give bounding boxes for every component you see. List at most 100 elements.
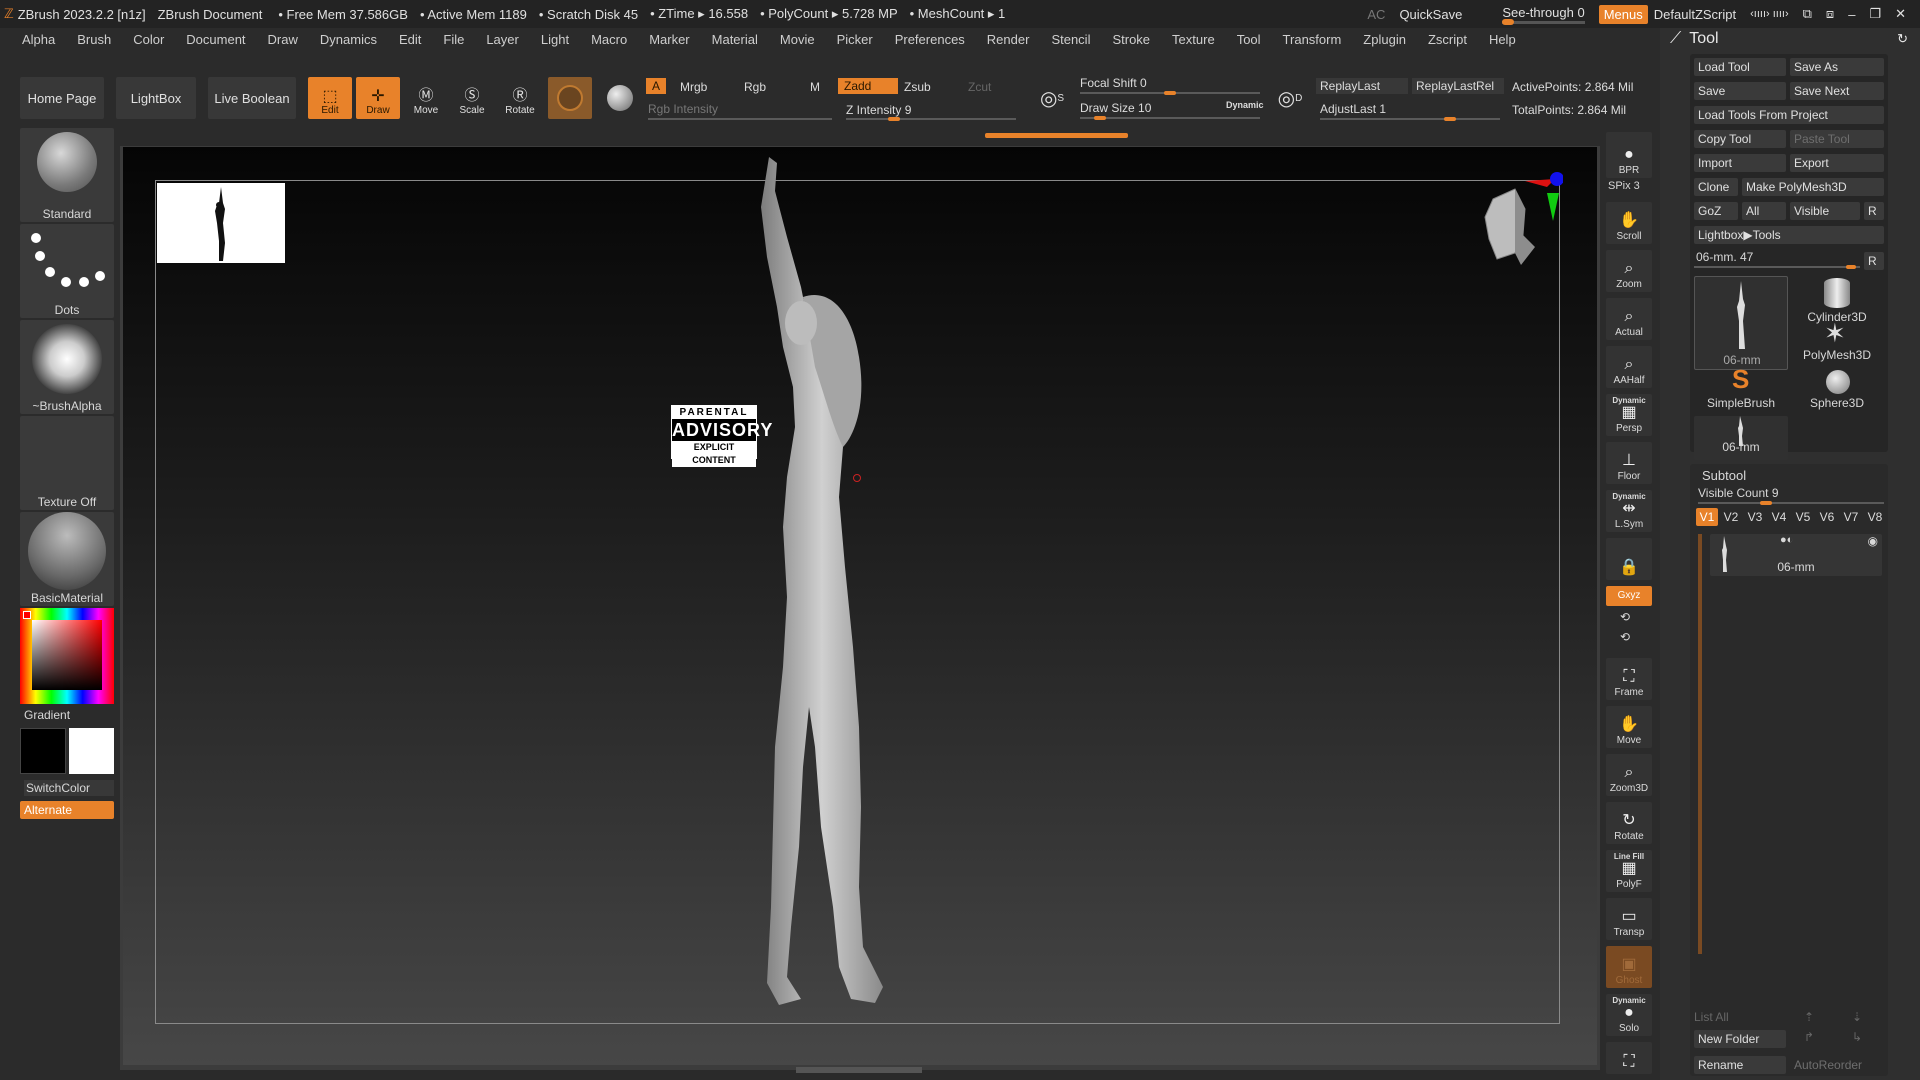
close-icon[interactable]: ✕ (1895, 6, 1906, 22)
auto-reorder-button[interactable]: AutoReorder (1790, 1056, 1884, 1074)
visible-count-knob[interactable] (1760, 501, 1772, 505)
menu-material[interactable]: Material (712, 32, 758, 47)
live-boolean-button[interactable]: Live Boolean (208, 77, 296, 119)
lightbox-tools-button[interactable]: Lightbox▶Tools (1694, 226, 1884, 244)
paste-tool-button[interactable]: Paste Tool (1790, 130, 1884, 148)
home-page-button[interactable]: Home Page (20, 77, 104, 119)
clone-button[interactable]: Clone (1694, 178, 1738, 196)
menu-help[interactable]: Help (1489, 32, 1516, 47)
current-tool-knob[interactable] (1846, 265, 1856, 269)
menu-transform[interactable]: Transform (1283, 32, 1342, 47)
actual-button[interactable]: ⌕ Actual (1606, 298, 1652, 340)
vset-2[interactable]: V2 (1720, 508, 1742, 526)
transp-button[interactable]: ▭ Transp (1606, 898, 1652, 940)
subtool-polypaint-icon[interactable]: ●◐ (1780, 534, 1793, 546)
rotate-z-icon[interactable]: ⟲ (1620, 630, 1630, 644)
switch-color-button[interactable]: SwitchColor (24, 780, 114, 796)
see-through-slider[interactable]: See-through 0 (1502, 5, 1586, 25)
tool-thumb-polymesh3d[interactable]: ✶ PolyMesh3D (1790, 318, 1884, 370)
goz-r-button[interactable]: R (1864, 202, 1884, 220)
sculpt-model[interactable] (683, 147, 943, 1065)
draw-size-slider[interactable]: Draw Size 10 (1080, 101, 1151, 115)
vset-1[interactable]: V1 (1696, 508, 1718, 526)
move-down-icon[interactable]: ⇣ (1852, 1010, 1862, 1024)
menu-zscript[interactable]: Zscript (1428, 32, 1467, 47)
scale-button[interactable]: Ⓢ Scale (450, 77, 494, 119)
visible-count-slider[interactable]: Visible Count 9 (1698, 486, 1779, 500)
m-toggle[interactable]: M (810, 80, 820, 94)
xpose-button[interactable]: ⛶ (1606, 1042, 1652, 1074)
ghost-button[interactable]: ▣ Ghost (1606, 946, 1652, 988)
menu-tool[interactable]: Tool (1237, 32, 1261, 47)
menu-draw[interactable]: Draw (268, 32, 298, 47)
color-picker[interactable] (20, 608, 114, 704)
zadd-toggle[interactable]: Zadd (838, 78, 898, 94)
focal-shift-slider[interactable]: Focal Shift 0 (1080, 76, 1147, 90)
menu-dynamics[interactable]: Dynamics (320, 32, 377, 47)
stroke-dots-tile[interactable]: Dots (20, 224, 114, 318)
subtool-item[interactable]: ◉ ●◐ 06-mm (1710, 534, 1882, 576)
navigation-head-gizmo[interactable] (1463, 169, 1564, 279)
vset-3[interactable]: V3 (1744, 508, 1766, 526)
xyz-button[interactable]: Gxyz (1606, 586, 1652, 606)
rgb-toggle[interactable]: Rgb (744, 80, 766, 94)
persp-button[interactable]: Dynamic ▦ Persp (1606, 394, 1652, 436)
solo-button[interactable]: Dynamic ● Solo (1606, 994, 1652, 1036)
draw-button[interactable]: ✛ Draw (356, 77, 400, 119)
make-polymesh3d-button[interactable]: Make PolyMesh3D (1742, 178, 1884, 196)
menu-stroke[interactable]: Stroke (1112, 32, 1150, 47)
import-button[interactable]: Import (1694, 154, 1786, 172)
a-toggle[interactable]: A (646, 78, 667, 94)
adjust-last-track[interactable] (1320, 118, 1500, 120)
rgb-intensity-track[interactable] (648, 118, 832, 120)
subtool-title[interactable]: Subtool (1702, 468, 1746, 483)
zoom3d-button[interactable]: ⌕ Zoom3D (1606, 754, 1652, 796)
texture-tile[interactable]: Texture Off (20, 416, 114, 510)
menu-layer[interactable]: Layer (486, 32, 519, 47)
rotate-button[interactable]: Ⓡ Rotate (498, 77, 542, 119)
tool-thumb-06mm-2[interactable]: 06-mm (1694, 416, 1788, 460)
menu-preferences[interactable]: Preferences (895, 32, 965, 47)
material-sphere-button[interactable] (548, 77, 592, 119)
folder-down-icon[interactable]: ↳ (1852, 1030, 1862, 1044)
rotate-view-button[interactable]: ↻ Rotate (1606, 802, 1652, 844)
export-button[interactable]: Export (1790, 154, 1884, 172)
replay-last-rel-button[interactable]: ReplayLastRel (1412, 78, 1504, 94)
current-tool-track[interactable] (1694, 266, 1860, 268)
menu-file[interactable]: File (443, 32, 464, 47)
dynamic-toggle[interactable]: Dynamic (1226, 100, 1264, 110)
adjust-last-knob[interactable] (1444, 117, 1456, 121)
menu-macro[interactable]: Macro (591, 32, 627, 47)
vset-7[interactable]: V7 (1840, 508, 1862, 526)
polyf-button[interactable]: Line Fill ▦ PolyF (1606, 850, 1652, 892)
tool-thumb-06mm[interactable]: 06-mm (1694, 276, 1788, 370)
viewport-canvas[interactable]: PARENTAL ADVISORY EXPLICIT CONTENT (123, 147, 1597, 1065)
focal-d-button[interactable]: ◎ D (1272, 77, 1308, 119)
rename-button[interactable]: Rename (1694, 1056, 1786, 1074)
alternate-button[interactable]: Alternate (20, 801, 114, 819)
new-folder-button[interactable]: New Folder (1694, 1030, 1786, 1048)
frame-button[interactable]: ⛶ Frame (1606, 658, 1652, 700)
z-intensity-knob[interactable] (888, 117, 900, 121)
vset-5[interactable]: V5 (1792, 508, 1814, 526)
focal-shift-knob[interactable] (1164, 91, 1176, 95)
zoom-button[interactable]: ⌕ Zoom (1606, 250, 1652, 292)
tool-r-button[interactable]: R (1864, 252, 1884, 270)
save-next-button[interactable]: Save Next (1790, 82, 1884, 100)
menu-brush[interactable]: Brush (77, 32, 111, 47)
menu-render[interactable]: Render (987, 32, 1030, 47)
move-button[interactable]: Ⓜ Move (404, 77, 448, 119)
aahalf-button[interactable]: ⌕ AAHalf (1606, 346, 1652, 388)
goz-visible-button[interactable]: Visible (1790, 202, 1860, 220)
mrgb-toggle[interactable]: Mrgb (680, 80, 707, 94)
draw-size-knob[interactable] (1094, 116, 1106, 120)
adjust-last-slider[interactable]: AdjustLast 1 (1320, 102, 1386, 116)
draw-size-track[interactable] (1080, 117, 1260, 119)
vset-4[interactable]: V4 (1768, 508, 1790, 526)
canvas-bottom-handle[interactable] (796, 1067, 922, 1073)
menu-texture[interactable]: Texture (1172, 32, 1215, 47)
primary-color-swatch[interactable] (20, 728, 66, 774)
menu-stencil[interactable]: Stencil (1051, 32, 1090, 47)
navigator-thumbnail[interactable] (157, 183, 285, 263)
current-tool-slider[interactable]: 06-mm. 47 (1696, 250, 1753, 264)
